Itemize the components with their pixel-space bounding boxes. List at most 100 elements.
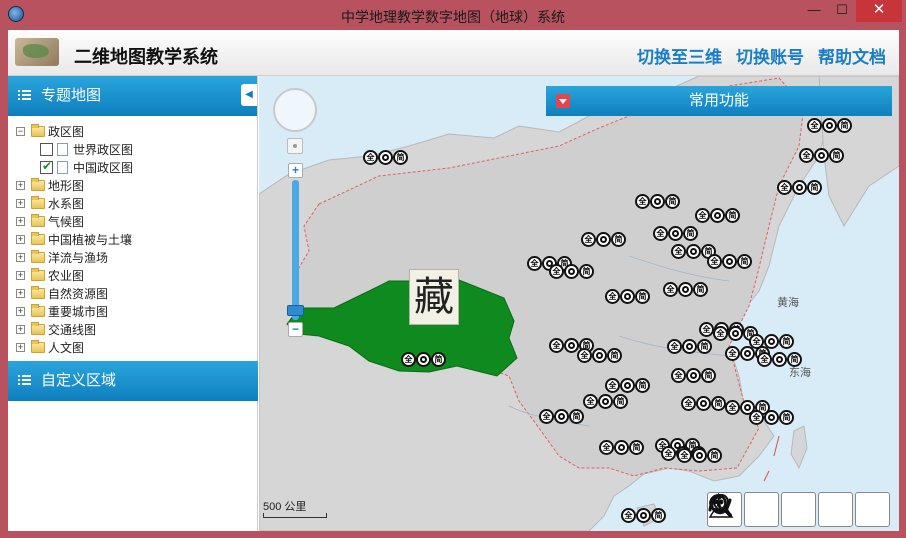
draw-tool[interactable] — [708, 492, 890, 527]
pan-control[interactable] — [273, 88, 317, 132]
tree-node[interactable]: + 气候图 — [16, 212, 257, 230]
map-marker[interactable]: 全简 — [663, 282, 709, 297]
title-bar: 中学地理教学数字地图（地球）系统 — ☐ ✕ — [0, 0, 906, 30]
map-marker[interactable]: 全简 — [599, 440, 645, 455]
marker-ring-icon — [636, 508, 651, 523]
layer-checkbox-checked[interactable] — [40, 159, 53, 174]
tree-node[interactable]: + 中国植被与土壤 — [16, 230, 257, 248]
tree-node[interactable]: + 地形图 — [16, 176, 257, 194]
expand-node-icon[interactable]: + — [16, 270, 25, 280]
dropdown-arrow-icon[interactable] — [556, 94, 570, 108]
map-canvas[interactable] — [259, 76, 899, 531]
map-marker[interactable]: 全简 — [605, 289, 651, 304]
map-marker[interactable]: 全简 — [799, 148, 845, 163]
marker-ring-icon — [686, 368, 701, 383]
tree-node-china-political[interactable]: 中国政区图 — [16, 158, 257, 176]
map-marker[interactable]: 全简 — [807, 118, 853, 133]
tree-node[interactable]: + 自然资源图 — [16, 284, 257, 302]
map-marker[interactable]: 全简 — [671, 368, 717, 383]
marker-quan-glyph: 全 — [527, 256, 542, 271]
zoom-home-button[interactable] — [287, 138, 303, 154]
folder-icon — [31, 231, 45, 245]
tree-node-label: 地形图 — [48, 178, 85, 193]
marker-quan-glyph: 全 — [667, 339, 682, 354]
tree-node-zhengqu[interactable]: − 政区图 — [16, 122, 257, 140]
common-functions-bar[interactable]: 常用功能 — [546, 86, 892, 116]
zoom-slider-handle[interactable] — [287, 305, 304, 316]
expand-node-icon[interactable]: + — [16, 288, 25, 298]
tree-node[interactable]: + 交通线图 — [16, 320, 257, 338]
layer-checkbox[interactable] — [40, 142, 53, 156]
tree-node-label: 自然资源图 — [48, 286, 109, 301]
marker-ring-icon — [378, 150, 393, 165]
map-marker[interactable]: 全简 — [749, 410, 795, 425]
map-marker[interactable]: 全简 — [677, 448, 723, 463]
folder-icon — [31, 321, 45, 335]
help-docs-link[interactable]: 帮助文档 — [818, 43, 886, 68]
map-marker[interactable]: 全简 — [401, 352, 447, 367]
switch-3d-link[interactable]: 切换至三维 — [637, 43, 722, 68]
expand-node-icon[interactable]: + — [16, 342, 25, 352]
tree-node[interactable]: + 洋流与渔场 — [16, 248, 257, 266]
marker-jian-glyph: 简 — [579, 264, 594, 279]
map-marker[interactable]: 全简 — [635, 194, 681, 209]
close-button[interactable]: ✕ — [856, 0, 902, 22]
zoom-out-tool[interactable] — [709, 492, 779, 527]
tree-node[interactable]: + 农业图 — [16, 266, 257, 284]
map-marker[interactable]: 全简 — [667, 339, 713, 354]
window-title: 中学地理教学数字地图（地球）系统 — [341, 9, 565, 25]
marker-ring-icon — [682, 339, 697, 354]
thematic-map-panel-header[interactable]: 专题地图 ◀ — [8, 76, 257, 116]
expand-node-icon[interactable]: + — [16, 252, 25, 262]
map-marker[interactable]: 全简 — [605, 378, 651, 393]
collapse-sidebar-button[interactable]: ◀ — [241, 84, 257, 106]
tree-node-world-political[interactable]: 世界政区图 — [16, 140, 257, 158]
app-header: 二维地图教学系统 切换至三维 切换账号 帮助文档 — [8, 30, 899, 76]
minimize-button[interactable]: — — [800, 0, 828, 22]
tree-node[interactable]: + 水系图 — [16, 194, 257, 212]
marker-ring-icon — [620, 378, 635, 393]
map-marker[interactable]: 全简 — [577, 348, 623, 363]
tree-node-label: 气候图 — [48, 214, 85, 229]
map-view[interactable]: 常用功能 + − 藏 黄海 东海 500 公里 全简全简全简全简全简全简全简全简… — [259, 76, 899, 531]
map-marker[interactable]: 全简 — [539, 409, 585, 424]
marker-ring-icon — [728, 326, 743, 341]
map-marker[interactable]: 全简 — [757, 352, 803, 367]
tree-node[interactable]: + 重要城市图 — [16, 302, 257, 320]
expand-node-icon[interactable]: + — [16, 234, 25, 244]
refresh-tool[interactable] — [710, 492, 816, 527]
switch-account-link[interactable]: 切换账号 — [736, 43, 804, 68]
map-marker[interactable]: 全简 — [777, 180, 823, 195]
maximize-button[interactable]: ☐ — [828, 0, 856, 22]
zoom-slider-track[interactable] — [292, 180, 299, 320]
document-icon — [57, 142, 68, 156]
expand-node-icon[interactable]: + — [16, 324, 25, 334]
expand-node-icon[interactable]: + — [16, 198, 25, 208]
map-marker[interactable]: 全简 — [583, 394, 629, 409]
collapse-node-icon[interactable]: − — [16, 126, 25, 136]
map-marker[interactable]: 全简 — [695, 208, 741, 223]
marker-quan-glyph: 全 — [549, 264, 564, 279]
map-marker[interactable]: 全简 — [621, 508, 667, 523]
map-marker[interactable]: 全简 — [681, 396, 727, 411]
folder-icon — [31, 123, 45, 137]
land-taiwan — [790, 425, 808, 470]
marker-jian-glyph: 简 — [569, 409, 584, 424]
custom-region-panel: 自定义区域 — [8, 361, 258, 401]
expand-node-icon[interactable]: + — [16, 180, 25, 190]
marker-quan-glyph: 全 — [671, 368, 686, 383]
expand-node-icon[interactable]: + — [16, 306, 25, 316]
list-icon — [18, 90, 31, 101]
map-marker[interactable]: 全简 — [707, 254, 753, 269]
locate-tool[interactable] — [708, 492, 853, 527]
expand-node-icon[interactable]: + — [16, 216, 25, 226]
map-marker[interactable]: 全简 — [363, 150, 409, 165]
map-marker[interactable]: 全简 — [581, 232, 627, 247]
marker-quan-glyph: 全 — [713, 326, 728, 341]
zoom-in-button[interactable]: + — [288, 163, 303, 178]
map-marker[interactable]: 全简 — [653, 226, 699, 241]
custom-region-panel-header[interactable]: 自定义区域 — [8, 361, 258, 401]
map-marker[interactable]: 全简 — [549, 264, 595, 279]
zoom-out-button[interactable]: − — [288, 322, 303, 337]
tree-node[interactable]: + 人文图 — [16, 338, 257, 356]
